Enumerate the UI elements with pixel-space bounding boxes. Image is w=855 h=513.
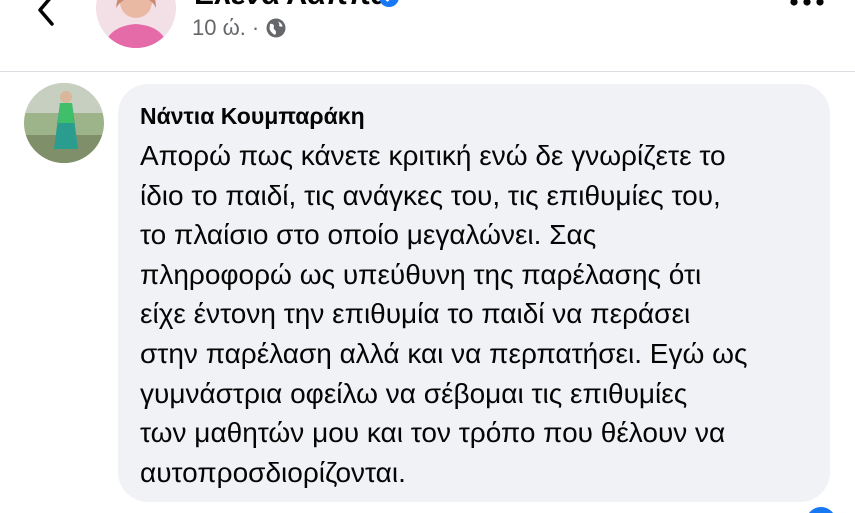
meta-separator: · <box>251 15 260 40</box>
comment-line: είχε έντονη την επιθυμία το παιδί να περ… <box>140 298 691 330</box>
comment-line: πληροφορώ ως υπεύθυνη της παρέλασης ότι <box>140 258 702 290</box>
globe-icon <box>265 17 287 39</box>
more-dots-icon <box>790 0 824 6</box>
post-author-name[interactable]: Ελένα Λάππα <box>194 0 389 12</box>
back-button[interactable] <box>30 0 70 34</box>
comment-bubble[interactable]: Νάντια Κουμπαράκη Απορώ πως κάνετε κριτι… <box>118 84 830 502</box>
comment-text: Απορώ πως κάνετε κριτική ενώ δε γνωρίζετ… <box>140 136 810 492</box>
comment-line: το πλαίσιο στο οποίο μεγαλώνει. Σας <box>140 219 597 251</box>
comment-line: αυτοπροσδιορίζονται. <box>140 456 406 488</box>
more-options-button[interactable] <box>786 0 830 24</box>
comment-line: στην παρέλαση αλλά και να περπατήσει. Εγ… <box>140 337 748 369</box>
commenter-avatar[interactable] <box>24 83 104 163</box>
comment-line: ίδιο το παιδί, τις ανάγκες του, τις επιθ… <box>140 179 721 211</box>
comment-line: των μαθητών μου και τον τρόπο που θέλουν… <box>140 417 726 449</box>
verified-badge-icon <box>378 0 400 8</box>
reaction-badge <box>806 507 836 513</box>
facebook-comment-screen: Ελένα Λάππα 10 ώ. · <box>0 0 855 513</box>
comment-line: γυμνάστρια οφείλω να σέβομαι τις επιθυμί… <box>140 377 688 409</box>
post-meta: 10 ώ. · <box>192 12 287 44</box>
comment-line: Απορώ πως κάνετε κριτική ενώ δε γνωρίζετ… <box>140 140 726 171</box>
post-timestamp[interactable]: 10 ώ. <box>192 15 246 41</box>
commenter-name[interactable]: Νάντια Κουμπαράκη <box>140 102 810 130</box>
header-divider <box>0 71 855 72</box>
post-author-avatar[interactable] <box>96 0 176 48</box>
chevron-left-icon <box>38 0 54 26</box>
